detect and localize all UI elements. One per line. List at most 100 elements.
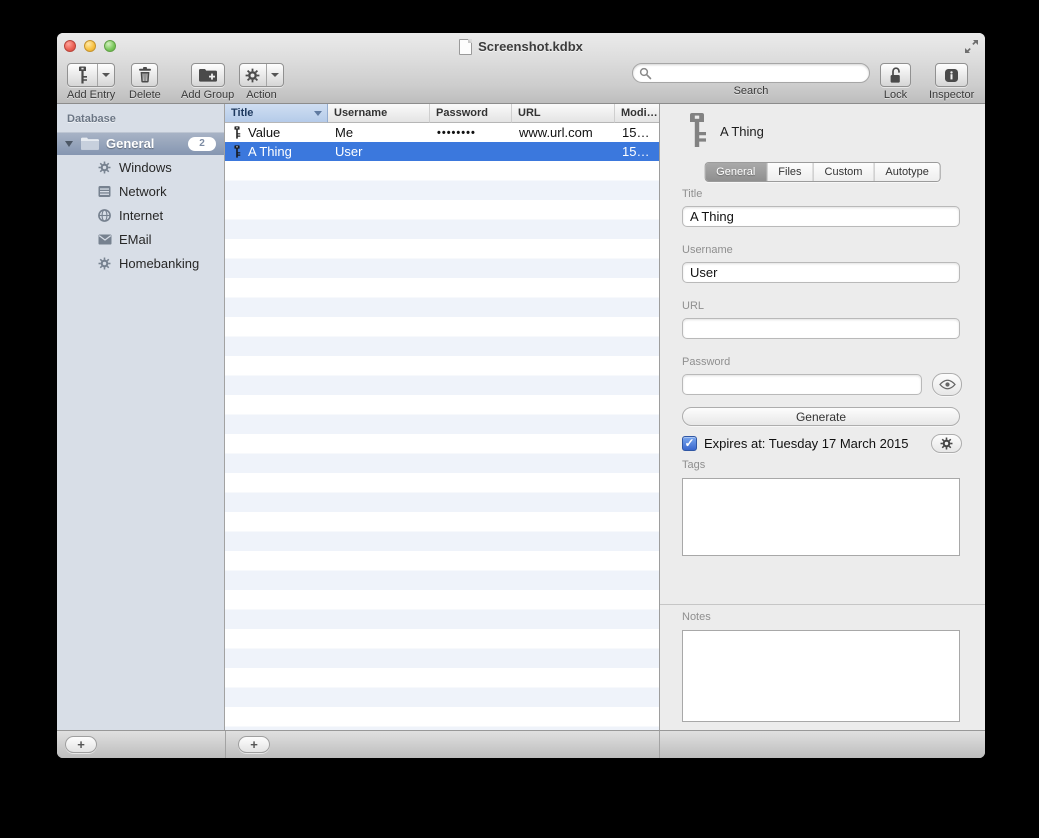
title-bar[interactable]: Screenshot.kdbx: [57, 33, 985, 60]
action-button[interactable]: [239, 63, 284, 87]
add-group-plus-button[interactable]: +: [65, 736, 97, 753]
divider: [225, 731, 226, 758]
sidebar-item-label: Windows: [119, 160, 172, 175]
search-field[interactable]: [632, 63, 870, 83]
gear-icon: [97, 161, 112, 174]
sidebar-group-label: General: [106, 136, 154, 151]
add-group-button[interactable]: [191, 63, 225, 87]
sidebar-item-label: Internet: [119, 208, 163, 223]
sidebar-item-network[interactable]: Network: [57, 179, 224, 203]
inspector-label: Inspector: [929, 89, 974, 101]
document-icon: [459, 39, 472, 55]
action-label: Action: [246, 89, 277, 101]
search-label: Search: [734, 85, 769, 97]
sidebar-group-general[interactable]: General 2: [57, 132, 224, 155]
gear-icon: [940, 437, 953, 450]
globe-icon: [97, 209, 112, 222]
table-header: Title Username Password URL Modi…: [225, 104, 659, 123]
column-header-url[interactable]: URL: [512, 104, 615, 123]
info-icon: [944, 68, 959, 83]
search-input[interactable]: [655, 65, 864, 83]
sidebar-item-email[interactable]: EMail: [57, 227, 224, 251]
add-entry-dropdown[interactable]: [97, 64, 114, 86]
disclosure-triangle-icon[interactable]: [65, 141, 73, 147]
entry-table: Title Username Password URL Modi… Value …: [225, 104, 659, 730]
generate-button[interactable]: Generate: [682, 407, 960, 426]
cell-modified: 15…: [615, 125, 659, 140]
inspector-panel: A Thing General Files Custom Autotype Ti…: [659, 104, 985, 730]
inspector-tabs: General Files Custom Autotype: [704, 162, 941, 182]
search-icon: [639, 67, 652, 80]
sidebar-item-label: EMail: [119, 232, 152, 247]
toolbar: Add Entry Delete Add Group: [57, 60, 985, 103]
expiry-options-button[interactable]: [931, 434, 962, 453]
delete-button[interactable]: [131, 63, 158, 87]
fullscreen-icon[interactable]: [964, 39, 979, 54]
title-field-label: Title: [682, 188, 702, 200]
key-icon: [233, 125, 241, 140]
sidebar-item-homebanking[interactable]: Homebanking: [57, 251, 224, 275]
expires-label: Expires at: Tuesday 17 March 2015: [704, 436, 909, 451]
sidebar-item-internet[interactable]: Internet: [57, 203, 224, 227]
bottom-bar: + +: [57, 730, 985, 758]
cell-url: www.url.com: [512, 125, 615, 140]
column-header-password[interactable]: Password: [430, 104, 512, 123]
section-divider: [660, 604, 985, 605]
tab-custom[interactable]: Custom: [814, 163, 875, 181]
inspector-button[interactable]: [935, 63, 968, 87]
reveal-password-button[interactable]: [932, 373, 962, 396]
add-entry-label: Add Entry: [67, 89, 115, 101]
key-icon: [233, 144, 241, 159]
lock-label: Lock: [884, 89, 907, 101]
username-field[interactable]: [682, 262, 960, 283]
window-title: Screenshot.kdbx: [478, 39, 583, 54]
folder-plus-icon: [199, 68, 217, 82]
lock-button[interactable]: [880, 63, 911, 87]
password-field-label: Password: [682, 356, 730, 368]
cell-username: Me: [328, 125, 430, 140]
expires-checkbox[interactable]: ✓: [682, 436, 697, 451]
column-header-username[interactable]: Username: [328, 104, 430, 123]
folder-icon: [81, 137, 99, 150]
add-entry-button[interactable]: [67, 63, 115, 87]
unlock-icon: [888, 67, 903, 84]
column-header-title[interactable]: Title: [225, 104, 328, 123]
notes-label: Notes: [682, 611, 711, 623]
add-group-label: Add Group: [181, 89, 234, 101]
divider: [659, 731, 660, 758]
column-header-modified[interactable]: Modi…: [615, 104, 659, 123]
sidebar-item-label: Network: [119, 184, 167, 199]
tab-general[interactable]: General: [705, 163, 767, 181]
tab-autotype[interactable]: Autotype: [874, 163, 939, 181]
trash-icon: [138, 67, 152, 83]
chevron-down-icon: [271, 73, 279, 77]
server-icon: [97, 185, 112, 198]
entry-count-badge: 2: [188, 137, 216, 151]
key-icon: [68, 64, 97, 86]
sort-descending-icon: [314, 111, 322, 116]
add-entry-plus-button[interactable]: +: [238, 736, 270, 753]
table-empty-rows: [225, 161, 659, 730]
sidebar: Database General 2 Windows Network: [57, 104, 225, 730]
sidebar-item-windows[interactable]: Windows: [57, 155, 224, 179]
inspector-entry-title: A Thing: [720, 124, 764, 139]
envelope-icon: [97, 234, 112, 245]
tags-label: Tags: [682, 459, 705, 471]
table-row-selected[interactable]: A Thing User 15…: [225, 142, 659, 161]
password-field[interactable]: [682, 374, 922, 395]
window-chrome: Screenshot.kdbx Add Entry: [57, 33, 985, 104]
tags-input[interactable]: [682, 478, 960, 556]
cell-modified: 15…: [615, 144, 659, 159]
cell-title: A Thing: [248, 144, 292, 159]
tab-files[interactable]: Files: [767, 163, 813, 181]
username-field-label: Username: [682, 244, 733, 256]
sidebar-item-label: Homebanking: [119, 256, 199, 271]
action-dropdown[interactable]: [266, 64, 283, 86]
table-row[interactable]: Value Me •••••••• www.url.com 15…: [225, 123, 659, 142]
delete-label: Delete: [129, 89, 161, 101]
title-field[interactable]: [682, 206, 960, 227]
url-field[interactable]: [682, 318, 960, 339]
eye-icon: [939, 379, 956, 390]
notes-input[interactable]: [682, 630, 960, 722]
cell-password: ••••••••: [430, 127, 512, 139]
